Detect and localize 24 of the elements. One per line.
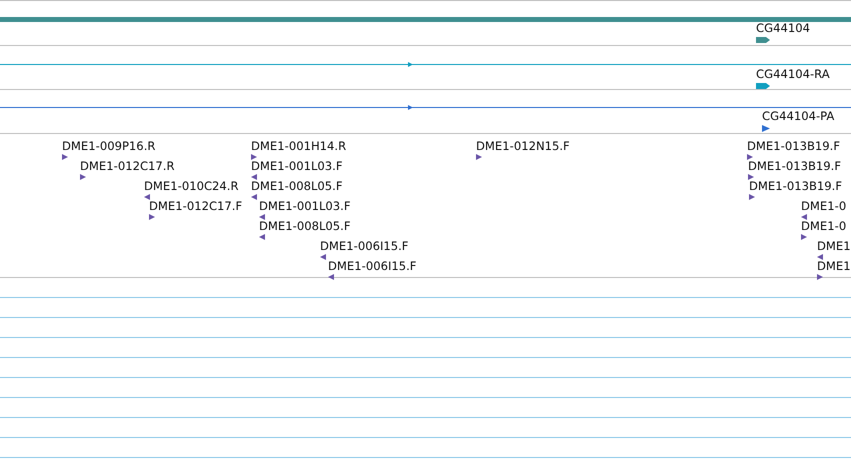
est-label: DME1-012N15.F	[476, 140, 570, 153]
est-label: DME1-009P16.R	[62, 140, 156, 153]
est-label: DME1-012C17.F	[149, 200, 242, 213]
est-label: DME1	[817, 260, 851, 273]
est-label: DME1-013B19.F	[749, 180, 842, 193]
est-label: DME1-006I15.F	[320, 240, 408, 253]
est-label: DME1-006I15.F	[328, 260, 416, 273]
est-label: DME1-008L05.F	[259, 220, 351, 233]
est-label: DME1-001L03.F	[259, 200, 351, 213]
est-label: DME1	[817, 240, 851, 253]
strand-arrow-icon	[408, 62, 413, 67]
est-label: DME1-010C24.R	[144, 180, 239, 193]
est-label: DME1-013B19.F	[748, 160, 842, 173]
gene-label: CG44104-PA	[762, 110, 834, 123]
est-label: DME1-012C17.R	[80, 160, 175, 173]
strand-arrow-icon	[408, 105, 413, 110]
gene-label: CG44104-RA	[756, 68, 830, 81]
gene-label: CG44104	[756, 22, 810, 35]
est-label: DME1-001L03.F	[251, 160, 343, 173]
est-label: DME1-001H14.R	[251, 140, 346, 153]
est-label: DME1-008L05.F	[251, 180, 343, 193]
est-label: DME1-013B19.F	[747, 140, 840, 153]
est-label: DME1-0	[801, 200, 846, 213]
est-label: DME1-0	[801, 220, 846, 233]
